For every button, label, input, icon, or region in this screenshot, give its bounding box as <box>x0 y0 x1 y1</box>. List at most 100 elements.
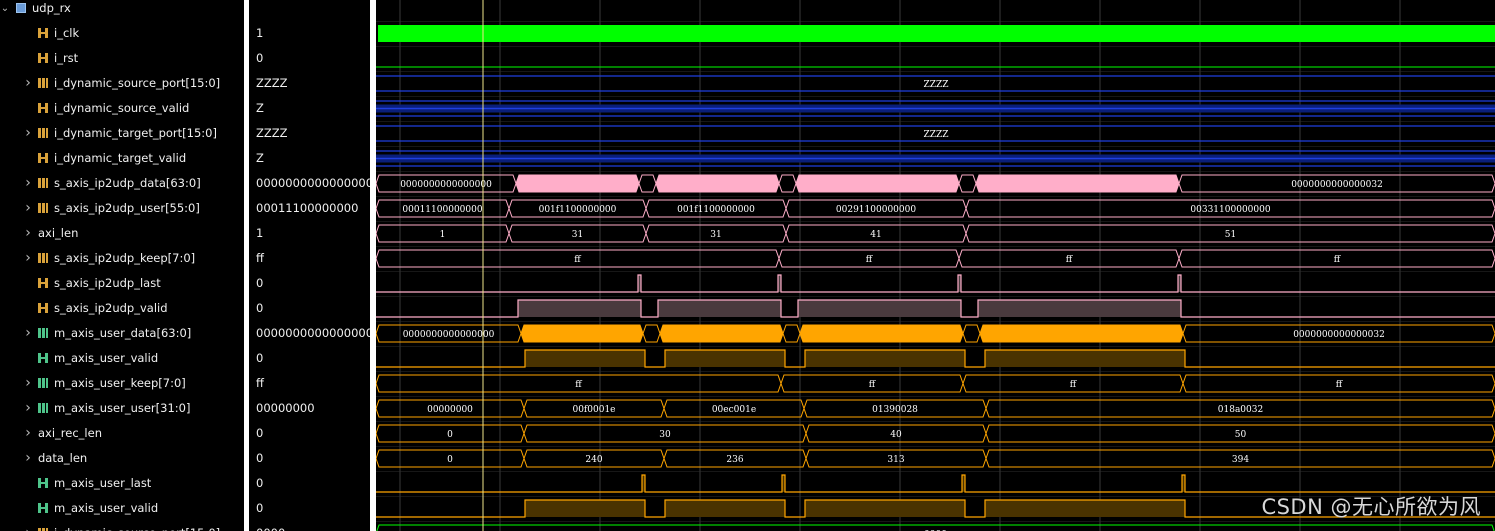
pulse-fill <box>805 500 965 517</box>
bus-value-label: 0000000000000032 <box>1293 330 1385 340</box>
watermark: CSDN @无心所欲为风 <box>1261 495 1481 519</box>
waveform-canvas[interactable]: ZZZZ ZZZZ 0000000000000000 0000000000000032… <box>376 0 1495 531</box>
signal-row[interactable]: i_rst <box>0 46 244 71</box>
signal-row[interactable]: › m_axis_user_keep[7:0] <box>0 371 244 396</box>
bus-signal-icon <box>38 328 48 338</box>
signal-row[interactable]: › axi_rec_len <box>0 421 244 446</box>
bus-value-label: ff <box>1070 380 1077 390</box>
z-wave-label: ZZZZ <box>923 130 948 140</box>
signal-value: 0 <box>256 51 264 65</box>
signal-row[interactable]: › i_dynamic_source_port[15:0] <box>0 71 244 96</box>
signal-value-row: 0 <box>249 346 370 371</box>
signal-name: m_axis_user_data[63:0] <box>54 326 192 340</box>
bit-signal-icon <box>38 53 48 63</box>
bus-signal-icon <box>38 128 48 138</box>
bit-signal-icon <box>38 278 48 288</box>
waveform-panel[interactable]: ZZZZ ZZZZ 0000000000000000 0000000000000032… <box>376 0 1495 531</box>
bus-signal-icon <box>38 78 48 88</box>
signal-row[interactable]: m_axis_user_valid <box>0 346 244 371</box>
signal-value-row: 0 <box>249 271 370 296</box>
scope-row[interactable]: ⌄ udp_rx <box>0 0 244 21</box>
signal-value-row: ff <box>249 371 370 396</box>
signal-value-row: 0 <box>249 296 370 321</box>
signal-value-row: 00000000 <box>249 396 370 421</box>
bus-value-label: ff <box>575 380 582 390</box>
chevron-right-icon[interactable]: › <box>23 246 33 271</box>
signal-value: ZZZZ <box>256 76 288 90</box>
signal-value-row: 0 <box>249 46 370 71</box>
signal-row[interactable]: m_axis_user_last <box>0 471 244 496</box>
chevron-right-icon[interactable]: › <box>23 171 33 196</box>
signal-value: 0 <box>256 476 264 490</box>
signal-name: i_rst <box>54 51 79 65</box>
signal-row[interactable]: › data_len <box>0 446 244 471</box>
signal-row[interactable]: › i_dynamic_target_port[15:0] <box>0 121 244 146</box>
signal-name: m_axis_user_user[31:0] <box>54 401 191 415</box>
signal-name: s_axis_ip2udp_valid <box>54 301 168 315</box>
signal-row[interactable]: › s_axis_ip2udp_data[63:0] <box>0 171 244 196</box>
signal-value-row: 1 <box>249 221 370 246</box>
bus-segment <box>979 324 1184 343</box>
signal-value-row: 00011100000000 <box>249 196 370 221</box>
bus-value-label: ff <box>1336 380 1343 390</box>
bus-value-label: 41 <box>870 230 881 240</box>
signal-name: i_dynamic_source_port[15:0] <box>54 76 221 90</box>
signal-name: s_axis_ip2udp_last <box>54 276 161 290</box>
signal-value: 0000000000000000 <box>256 176 370 190</box>
chevron-down-icon[interactable]: ⌄ <box>0 0 10 21</box>
signal-value-row: ZZZZ <box>249 121 370 146</box>
signal-row[interactable]: › m_axis_user_data[63:0] <box>0 321 244 346</box>
signal-values-panel: 1 0 ZZZZ Z ZZZZ Z 0000000000000000 000111000000… <box>249 0 370 531</box>
bus-signal-icon <box>38 253 48 263</box>
signal-value-row: 1 <box>249 21 370 46</box>
signal-row[interactable]: i_clk <box>0 21 244 46</box>
signal-value-row: 0 <box>249 421 370 446</box>
signal-value-row: ff <box>249 246 370 271</box>
bus-value-label: 0 <box>447 430 453 440</box>
chevron-right-icon[interactable]: › <box>23 421 33 446</box>
signal-row[interactable]: s_axis_ip2udp_valid <box>0 296 244 321</box>
chevron-right-icon[interactable]: › <box>23 521 33 531</box>
signal-row[interactable]: › axi_len <box>0 221 244 246</box>
signal-value: Z <box>256 101 264 115</box>
signal-row[interactable]: › m_axis_user_user[31:0] <box>0 396 244 421</box>
signal-value-row: Z <box>249 146 370 171</box>
signal-name: s_axis_ip2udp_keep[7:0] <box>54 251 196 265</box>
pulse-wave <box>376 274 1495 293</box>
signal-row[interactable]: › s_axis_ip2udp_keep[7:0] <box>0 246 244 271</box>
bus-value-label: 394 <box>1232 455 1249 465</box>
chevron-right-icon[interactable]: › <box>23 446 33 471</box>
signal-value-row: ZZZZ <box>249 71 370 96</box>
signal-row[interactable]: › s_axis_ip2udp_user[55:0] <box>0 196 244 221</box>
pulse-fill <box>985 500 1185 517</box>
bus-value-label: 0000000000000000 <box>400 180 492 190</box>
bus-value-label: ff <box>869 380 876 390</box>
bus-value-label: 0 <box>447 455 453 465</box>
chevron-right-icon[interactable]: › <box>23 321 33 346</box>
chevron-right-icon[interactable]: › <box>23 396 33 421</box>
chevron-right-icon[interactable]: › <box>23 121 33 146</box>
bus-segment <box>520 324 644 343</box>
bit-signal-icon <box>38 478 48 488</box>
pulse-fill <box>525 500 645 517</box>
chevron-right-icon[interactable]: › <box>23 71 33 96</box>
signal-row[interactable]: m_axis_user_valid <box>0 496 244 521</box>
chevron-right-icon[interactable]: › <box>23 196 33 221</box>
signal-row[interactable]: › i_dynamic_source_port[15:0] <box>0 521 244 531</box>
signal-row[interactable]: s_axis_ip2udp_last <box>0 271 244 296</box>
bus-value-label: ff <box>866 255 873 265</box>
signal-name: s_axis_ip2udp_data[63:0] <box>54 176 201 190</box>
scope-label: udp_rx <box>32 1 71 15</box>
pulse-fill <box>658 300 781 317</box>
signal-row[interactable]: i_dynamic_target_valid <box>0 146 244 171</box>
pulse-fill <box>665 350 785 367</box>
signal-row[interactable]: i_dynamic_source_valid <box>0 96 244 121</box>
bus-segment <box>642 324 661 343</box>
signal-value-row: 0000000000000000 <box>249 171 370 196</box>
chevron-right-icon[interactable]: › <box>23 221 33 246</box>
bus-value-label: 51 <box>1225 230 1236 240</box>
chevron-right-icon[interactable]: › <box>23 371 33 396</box>
bus-value-label: 240 <box>585 455 602 465</box>
bus-value-label: 001f1100000000 <box>677 205 755 215</box>
signal-value-row: 0 <box>249 471 370 496</box>
